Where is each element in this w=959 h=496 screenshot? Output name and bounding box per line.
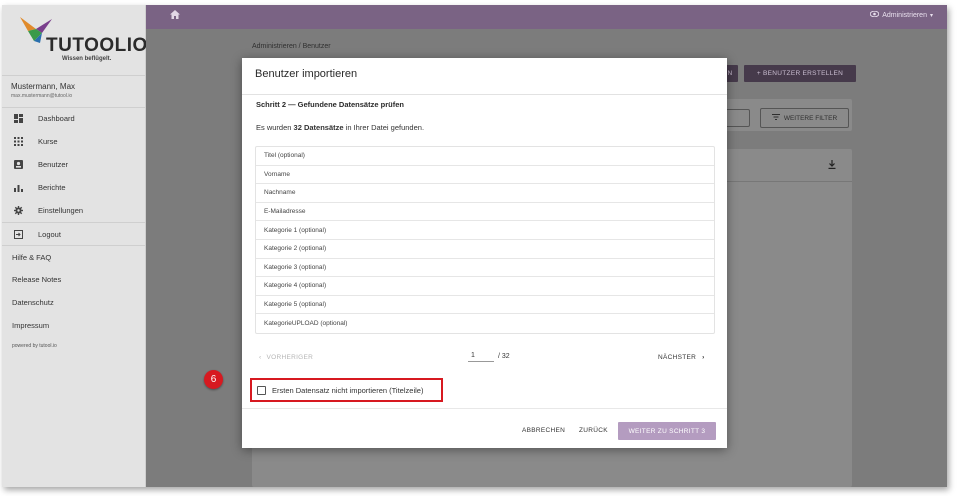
logo-tagline: Wissen beflügelt. [62,56,112,62]
list-item: Titel (optional) [256,147,714,166]
admin-menu[interactable]: Administrieren ▾ [869,10,933,19]
back-button[interactable]: ZURÜCK [579,427,608,434]
list-item: Kategorie 3 (optional) [256,259,714,278]
import-users-dialog: Benutzer importieren Schritt 2 — Gefunde… [242,58,727,448]
divider [242,408,727,409]
import-button-label: N [727,70,733,77]
sidebar-item-kurse[interactable]: Kurse [2,130,146,153]
list-item: Vorname [256,166,714,185]
top-bar: Administrieren ▾ [146,5,947,29]
chevron-right-icon: › [702,354,705,361]
previous-button[interactable]: ‹ VORHERIGER [259,354,313,361]
dialog-title: Benutzer importieren [255,68,358,80]
step-callout-badge: 6 [204,370,223,389]
sidebar-item-berichte[interactable]: Berichte [2,176,146,199]
list-item: KategorieUPLOAD (optional) [264,320,348,328]
link-release-notes[interactable]: Release Notes [2,268,146,291]
user-name: Mustermann, Max [11,82,76,91]
sidebar-item-label: Kurse [38,137,58,146]
eye-icon [869,10,880,19]
found-suffix: in Ihrer Datei gefunden. [343,123,425,132]
step-title: Schritt 2 — Gefundene Datensätze prüfen [256,100,404,109]
powered-by[interactable]: powered by tutool.io [2,343,146,349]
page-number-input[interactable]: 1 [468,352,494,362]
cancel-button[interactable]: ABBRECHEN [522,427,565,434]
link-hilfe-faq[interactable]: Hilfe & FAQ [2,245,146,268]
link-datenschutz[interactable]: Datenschutz [2,291,146,314]
found-count: 32 Datensätze [293,123,344,132]
skip-header-row-option[interactable]: Ersten Datensatz nicht importieren (Tite… [250,378,443,402]
breadcrumb[interactable]: Administrieren / Benutzer [252,43,331,50]
page-total: / 32 [498,353,510,360]
list-item: Kategorie 4 (optional) [256,277,714,296]
app-window: TUTOOLIO Wissen beflügelt. Mustermann, M… [2,5,947,487]
logout-icon [13,229,23,239]
bar-chart-icon [13,183,23,193]
records-found-text: Es wurden 32 Datensätze in Ihrer Datei g… [256,123,424,132]
filter-icon [771,114,780,122]
dashboard-icon [13,114,23,124]
logo-wordmark: TUTOOLIO [46,35,148,56]
list-item: Kategorie 5 (optional) [256,296,714,315]
divider [242,94,727,95]
chevron-left-icon: ‹ [259,354,262,361]
sidebar-item-logout[interactable]: Logout [2,222,146,245]
create-user-button[interactable]: + BENUTZER ERSTELLEN [744,65,856,82]
sidebar-item-label: Einstellungen [38,206,84,215]
user-box-icon [13,160,23,170]
chevron-down-icon: ▾ [929,12,933,19]
skip-header-checkbox[interactable] [257,385,266,395]
list-item: E-Mailadresse [256,203,714,222]
sidebar-item-label: Benutzer [38,160,69,169]
admin-label: Administrieren [882,11,927,19]
sidebar-item-dashboard[interactable]: Dashboard [2,107,146,130]
more-filters-label: WEITERE FILTER [783,114,838,122]
sidebar-item-einstellungen[interactable]: Einstellungen [2,199,146,222]
field-list: Titel (optional) Vorname Nachname E-Mail… [255,146,715,334]
download-icon[interactable] [828,160,836,171]
user-email: max.mustermann@tutool.io [11,93,73,99]
previous-label: VORHERIGER [266,354,314,361]
sidebar-item-label: Berichte [38,183,66,192]
link-impressum[interactable]: Impressum [2,314,146,337]
sidebar-item-benutzer[interactable]: Benutzer [2,153,146,176]
found-prefix: Es wurden [256,123,294,132]
more-filters-button[interactable]: WEITERE FILTER [760,108,849,128]
next-label: NÄCHSTER [658,354,697,361]
gear-icon [13,206,23,216]
list-item: Nachname [256,184,714,203]
sidebar: TUTOOLIO Wissen beflügelt. Mustermann, M… [2,5,147,487]
checkbox-label: Ersten Datensatz nicht importieren (Tite… [272,385,424,395]
home-icon[interactable] [170,10,180,22]
user-info: Mustermann, Max max.mustermann@tutool.io [2,75,146,108]
tutoolio-logo[interactable]: TUTOOLIO Wissen beflügelt. [18,15,147,65]
sidebar-item-label: Logout [38,229,61,239]
sidebar-item-label: Dashboard [38,114,75,123]
list-item: Kategorie 2 (optional) [256,240,714,259]
list-item: Kategorie 1 (optional) [256,221,714,240]
grid-icon [13,137,23,147]
sidebar-nav: Dashboard Kurse Benutzer Berichte Einste… [2,107,146,349]
next-button[interactable]: NÄCHSTER › [658,354,705,361]
next-step-button[interactable]: WEITER ZU SCHRITT 3 [618,422,716,440]
